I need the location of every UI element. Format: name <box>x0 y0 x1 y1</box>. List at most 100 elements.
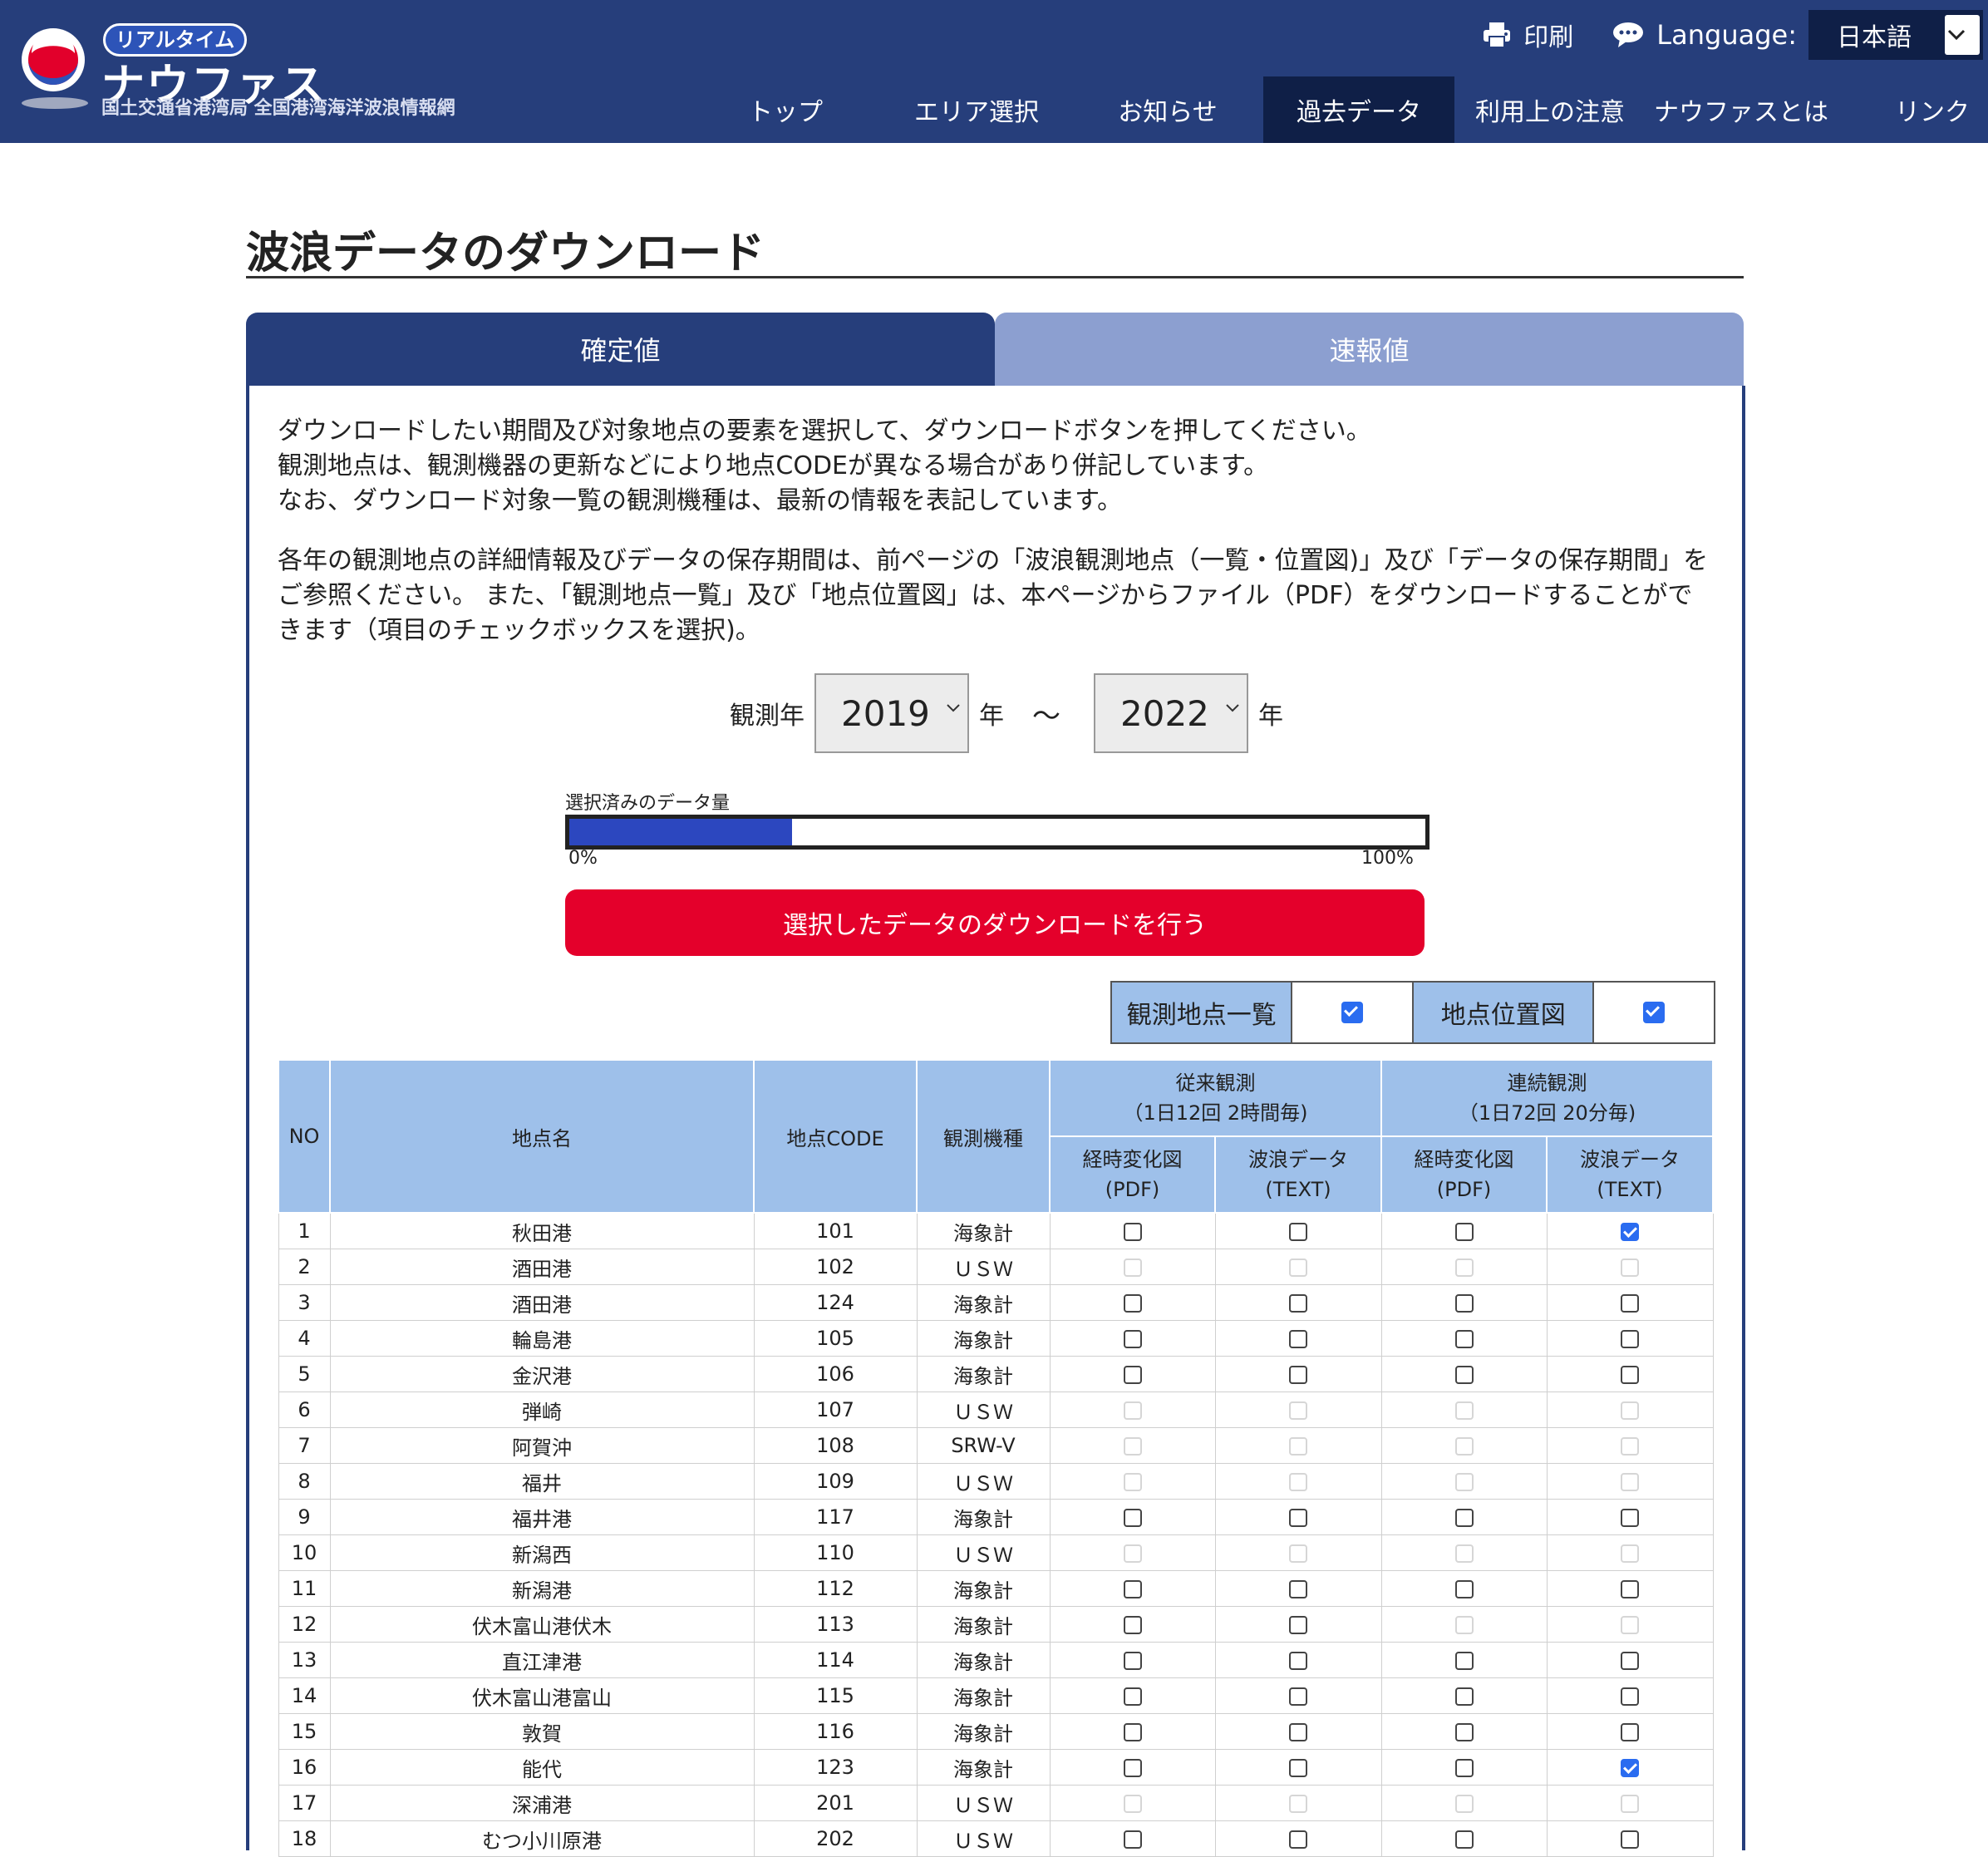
nav-past-data[interactable]: 過去データ <box>1263 76 1454 143</box>
table-row: 12 伏木富山港伏木 113 海象計 <box>278 1606 1714 1643</box>
conventional-text-checkbox[interactable] <box>1289 1509 1307 1527</box>
row-station-name: 福井港 <box>329 1499 755 1535</box>
continuous-pdf-checkbox[interactable] <box>1454 1509 1474 1527</box>
year-from-value: 2019 <box>841 692 930 734</box>
tab-confirmed-values[interactable]: 確定値 <box>246 313 995 386</box>
language-select[interactable]: 日本語 <box>1808 10 1983 60</box>
header-conventional-detail: （1日12回 2時間毎) <box>1123 1101 1308 1125</box>
conventional-pdf-checkbox[interactable] <box>1123 1723 1142 1741</box>
conventional-pdf-checkbox[interactable] <box>1123 1687 1142 1706</box>
row-device: ＵＳＷ <box>916 1785 1051 1821</box>
conventional-pdf-checkbox[interactable] <box>1123 1652 1142 1670</box>
row-no: 1 <box>278 1212 331 1249</box>
continuous-pdf-checkbox[interactable] <box>1454 1330 1474 1348</box>
utility-bar: 印刷 Language: 日本語 <box>1482 0 1988 70</box>
download-button[interactable]: 選択したデータのダウンロードを行う <box>565 889 1425 956</box>
continuous-text-checkbox[interactable] <box>1621 1687 1640 1706</box>
conventional-pdf-checkbox[interactable] <box>1123 1616 1142 1634</box>
checkbox-cell <box>1546 1606 1714 1643</box>
conventional-text-checkbox[interactable] <box>1289 1759 1307 1777</box>
tab-preliminary-values[interactable]: 速報値 <box>995 313 1744 386</box>
location-map-checkbox[interactable] <box>1643 1002 1666 1023</box>
row-device: ＵＳＷ <box>916 1534 1051 1571</box>
continuous-pdf-checkbox[interactable] <box>1454 1759 1474 1777</box>
conventional-text-checkbox[interactable] <box>1289 1616 1307 1634</box>
continuous-text-checkbox[interactable] <box>1621 1294 1640 1313</box>
continuous-text-checkbox[interactable] <box>1621 1580 1640 1598</box>
chevron-down-icon <box>1226 704 1239 712</box>
conventional-text-checkbox[interactable] <box>1289 1366 1307 1384</box>
checkbox-cell <box>1380 1820 1548 1857</box>
checkbox-cell <box>1214 1249 1382 1285</box>
print-button[interactable]: 印刷 <box>1482 17 1573 53</box>
year-to-select[interactable]: 2022 <box>1094 673 1248 753</box>
header-continuous-detail: （1日72回 20分毎) <box>1458 1101 1636 1125</box>
continuous-pdf-checkbox[interactable] <box>1454 1830 1474 1849</box>
conventional-text-checkbox[interactable] <box>1289 1223 1307 1241</box>
continuous-text-checkbox[interactable] <box>1621 1509 1640 1527</box>
conventional-text-checkbox[interactable] <box>1289 1687 1307 1706</box>
row-station-name: 弾崎 <box>329 1392 755 1428</box>
conventional-pdf-checkbox <box>1123 1544 1142 1563</box>
checkbox-cell <box>1214 1785 1382 1821</box>
nav-usage-notes[interactable]: 利用上の注意 <box>1454 76 1646 143</box>
conventional-text-checkbox[interactable] <box>1289 1294 1307 1313</box>
checkbox-cell <box>1049 1677 1216 1714</box>
row-no: 10 <box>278 1534 331 1571</box>
checkbox-cell <box>1546 1534 1714 1571</box>
row-station-code: 102 <box>753 1249 918 1285</box>
checkbox-cell <box>1049 1392 1216 1428</box>
conventional-text-checkbox[interactable] <box>1289 1652 1307 1670</box>
continuous-pdf-checkbox[interactable] <box>1454 1366 1474 1384</box>
continuous-pdf-checkbox[interactable] <box>1454 1687 1474 1706</box>
continuous-text-checkbox[interactable] <box>1621 1652 1640 1670</box>
year-from-select[interactable]: 2019 <box>814 673 969 753</box>
conventional-pdf-checkbox[interactable] <box>1123 1223 1142 1241</box>
continuous-pdf-checkbox[interactable] <box>1454 1294 1474 1313</box>
nav-news[interactable]: お知らせ <box>1072 76 1263 143</box>
header-sub-line: (PDF) <box>1105 1178 1160 1201</box>
checkbox-cell <box>1546 1249 1714 1285</box>
checkbox-cell <box>1049 1212 1216 1249</box>
continuous-pdf-checkbox <box>1454 1473 1474 1491</box>
row-device: 海象計 <box>916 1212 1051 1249</box>
conventional-text-checkbox[interactable] <box>1289 1723 1307 1741</box>
conventional-pdf-checkbox <box>1123 1473 1142 1491</box>
station-list-checkbox[interactable] <box>1341 1002 1364 1023</box>
conventional-pdf-checkbox[interactable] <box>1123 1366 1142 1384</box>
nav-top[interactable]: トップ <box>690 76 881 143</box>
header-continuous: 連続観測 （1日72回 20分毎) <box>1380 1059 1715 1137</box>
conventional-pdf-checkbox[interactable] <box>1123 1294 1142 1313</box>
conventional-text-checkbox[interactable] <box>1289 1580 1307 1598</box>
continuous-pdf-checkbox[interactable] <box>1454 1223 1474 1241</box>
table-row: 2 酒田港 102 ＵＳＷ <box>278 1249 1714 1285</box>
header-device: 観測機種 <box>916 1059 1051 1214</box>
continuous-text-checkbox[interactable] <box>1621 1830 1640 1849</box>
conventional-pdf-checkbox[interactable] <box>1123 1759 1142 1777</box>
conventional-pdf-checkbox[interactable] <box>1123 1509 1142 1527</box>
continuous-pdf-checkbox[interactable] <box>1454 1652 1474 1670</box>
nav-links[interactable]: リンク <box>1837 76 1988 143</box>
conventional-pdf-checkbox[interactable] <box>1123 1330 1142 1348</box>
row-no: 12 <box>278 1606 331 1643</box>
continuous-pdf-checkbox[interactable] <box>1454 1723 1474 1741</box>
checkbox-cell <box>1214 1534 1382 1571</box>
continuous-text-checkbox[interactable] <box>1621 1223 1640 1241</box>
continuous-pdf-checkbox[interactable] <box>1454 1580 1474 1598</box>
conventional-text-checkbox[interactable] <box>1289 1330 1307 1348</box>
continuous-text-checkbox[interactable] <box>1621 1759 1640 1777</box>
conventional-text-checkbox[interactable] <box>1289 1830 1307 1849</box>
conventional-pdf-checkbox[interactable] <box>1123 1580 1142 1598</box>
nav-about[interactable]: ナウファスとは <box>1646 76 1837 143</box>
nav-area-select[interactable]: エリア選択 <box>881 76 1072 143</box>
table-row: 8 福井 109 ＵＳＷ <box>278 1463 1714 1500</box>
continuous-text-checkbox[interactable] <box>1621 1330 1640 1348</box>
conventional-pdf-checkbox[interactable] <box>1123 1830 1142 1849</box>
continuous-text-checkbox[interactable] <box>1621 1366 1640 1384</box>
conventional-pdf-checkbox <box>1123 1401 1142 1420</box>
checkbox-cell <box>1546 1785 1714 1821</box>
logo-subtitle: 国土交通省港湾局 全国港湾海洋波浪情報網 <box>101 98 455 119</box>
checkbox-cell <box>1546 1427 1714 1464</box>
continuous-text-checkbox[interactable] <box>1621 1723 1640 1741</box>
row-device: ＵＳＷ <box>916 1392 1051 1428</box>
